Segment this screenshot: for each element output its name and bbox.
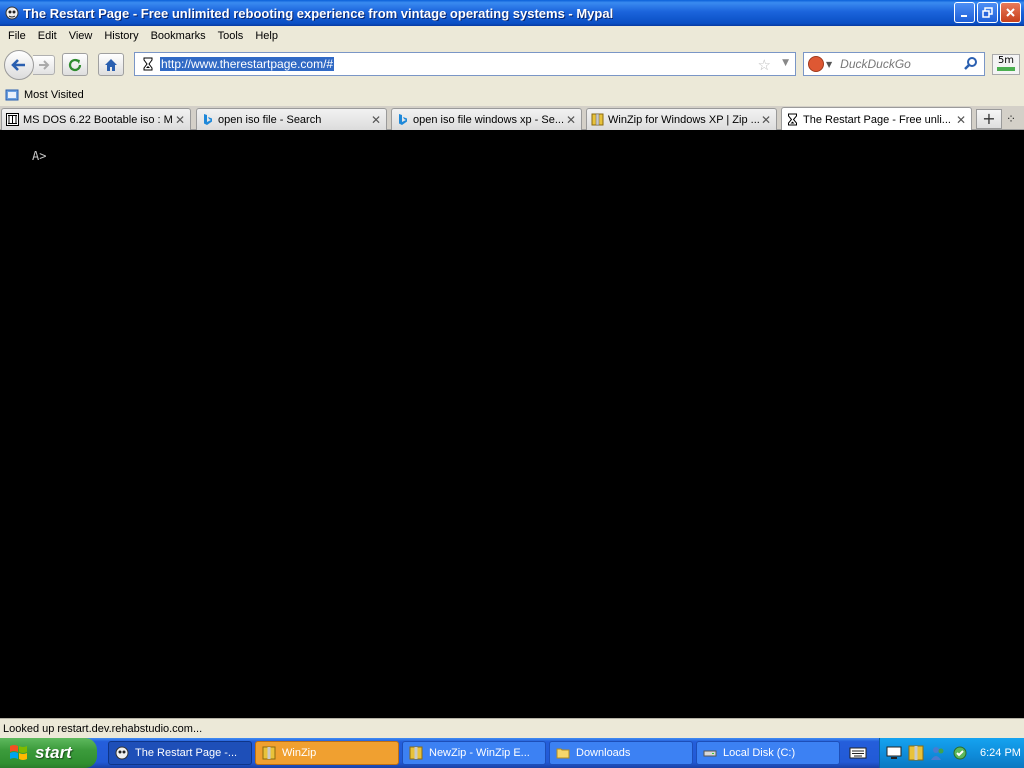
start-button[interactable]: start (0, 738, 97, 768)
close-icon (1006, 8, 1015, 17)
winzip-icon (262, 746, 276, 760)
list-all-tabs-icon[interactable]: ⁘ (1006, 112, 1016, 126)
network-icon[interactable] (952, 745, 968, 761)
archive-org-icon (6, 113, 19, 126)
monitor-icon[interactable] (886, 745, 902, 761)
minimize-icon (960, 14, 967, 17)
bookmarks-toolbar: Most Visited (0, 84, 1024, 106)
duckduckgo-icon[interactable] (808, 56, 824, 72)
tab-restart-page[interactable]: The Restart Page - Free unli... ✕ (781, 107, 972, 131)
minimize-button[interactable] (954, 2, 975, 23)
taskbar-item-label: WinZip (282, 747, 317, 759)
tab-label: open iso file - Search (218, 113, 322, 126)
bookmark-most-visited[interactable]: Most Visited (24, 89, 84, 101)
hourglass-icon (143, 57, 153, 71)
menu-bookmarks[interactable]: Bookmarks (145, 30, 212, 42)
window-title: The Restart Page - Free unlimited reboot… (23, 5, 614, 21)
tab-close-icon[interactable]: ✕ (564, 113, 578, 127)
tab-label: MS DOS 6.22 Bootable iso : M... (23, 113, 173, 126)
url-text[interactable]: http://www.therestartpage.com/# (160, 57, 335, 71)
addon-timer-bar (997, 67, 1015, 71)
navigation-toolbar: http://www.therestartpage.com/# ☆ ▼ ▼ Du… (0, 46, 1024, 84)
status-text: Looked up restart.dev.rehabstudio.com... (3, 722, 203, 735)
taskbar-item-restart-page[interactable]: The Restart Page -... (108, 741, 252, 765)
taskbar-item-label: Local Disk (C:) (723, 747, 796, 759)
clock[interactable]: 6:24 PM (980, 747, 1021, 759)
search-placeholder: DuckDuckGo (840, 57, 911, 71)
tab-close-icon[interactable]: ✕ (369, 113, 383, 127)
taskbar-item-winzip[interactable]: WinZip (255, 741, 399, 765)
folder-icon (556, 748, 570, 759)
menu-help[interactable]: Help (249, 30, 284, 42)
hourglass-icon (788, 113, 797, 126)
forward-button[interactable] (33, 55, 55, 75)
close-button[interactable] (1000, 2, 1021, 23)
menu-bar: File Edit View History Bookmarks Tools H… (0, 26, 1024, 46)
page-content[interactable]: A> (0, 130, 1024, 718)
menu-tools[interactable]: Tools (212, 30, 250, 42)
taskbar-item-newzip[interactable]: NewZip - WinZip E... (402, 741, 546, 765)
menu-file[interactable]: File (2, 30, 32, 42)
tab-label: The Restart Page - Free unli... (803, 113, 951, 126)
address-bar[interactable]: http://www.therestartpage.com/# ☆ ▼ (134, 52, 796, 76)
restore-icon (982, 7, 993, 18)
plus-icon: + (982, 109, 996, 128)
bookmarks-folder-icon (5, 89, 19, 101)
taskbar: start The Restart Page -... WinZip NewZi… (0, 738, 1024, 768)
window-controls (954, 2, 1021, 23)
language-bar-icon[interactable] (849, 745, 867, 761)
tab-open-iso-xp[interactable]: open iso file windows xp - Se... ✕ (391, 108, 582, 130)
mypal-icon (115, 746, 129, 760)
tab-close-icon[interactable]: ✕ (954, 113, 968, 127)
winzip-icon (409, 746, 423, 760)
reload-button[interactable] (62, 53, 88, 76)
reload-icon (68, 58, 82, 71)
addon-timer-button[interactable]: 5m (992, 54, 1020, 75)
tab-label: WinZip for Windows XP | Zip ... (608, 113, 759, 126)
start-label: start (35, 743, 72, 762)
winzip-icon (591, 113, 604, 126)
taskbar-item-label: The Restart Page -... (135, 747, 238, 759)
tab-winzip[interactable]: WinZip for Windows XP | Zip ... ✕ (586, 108, 777, 130)
taskbar-item-label: NewZip - WinZip E... (429, 747, 530, 759)
bing-icon (399, 114, 407, 125)
drive-icon (703, 750, 717, 757)
menu-history[interactable]: History (98, 30, 144, 42)
addon-timer-label: 5m (997, 55, 1015, 66)
home-icon (105, 58, 117, 71)
windows-logo-icon (10, 745, 27, 760)
title-bar: The Restart Page - Free unlimited reboot… (0, 0, 1024, 26)
forward-arrow-icon (38, 60, 49, 70)
dos-prompt: A> (32, 149, 47, 163)
back-arrow-icon (11, 59, 25, 71)
back-button[interactable] (4, 50, 34, 80)
tab-strip: MS DOS 6.22 Bootable iso : M... ✕ open i… (0, 106, 1024, 131)
status-bar: Looked up restart.dev.rehabstudio.com... (0, 718, 1024, 738)
url-dropdown-icon[interactable]: ▼ (782, 58, 789, 68)
taskbar-item-downloads[interactable]: Downloads (549, 741, 693, 765)
system-tray: 6:24 PM (879, 738, 1024, 768)
bing-icon (204, 114, 212, 125)
tab-open-iso-search[interactable]: open iso file - Search ✕ (196, 108, 387, 130)
maximize-button[interactable] (977, 2, 998, 23)
tab-label: open iso file windows xp - Se... (413, 113, 564, 126)
users-icon[interactable] (930, 745, 946, 761)
bookmark-star-icon[interactable]: ☆ (758, 56, 771, 74)
menu-edit[interactable]: Edit (32, 30, 63, 42)
search-bar[interactable]: ▼ DuckDuckGo (803, 52, 985, 76)
mypal-icon (5, 6, 19, 20)
new-tab-button[interactable]: + (976, 109, 1002, 129)
home-button[interactable] (98, 53, 124, 76)
taskbar-item-local-disk[interactable]: Local Disk (C:) (696, 741, 840, 765)
tab-close-icon[interactable]: ✕ (173, 113, 187, 127)
tab-ms-dos[interactable]: MS DOS 6.22 Bootable iso : M... ✕ (1, 108, 191, 130)
tab-close-icon[interactable]: ✕ (759, 113, 773, 127)
menu-view[interactable]: View (63, 30, 99, 42)
search-icon[interactable] (964, 56, 979, 71)
taskbar-item-label: Downloads (576, 747, 631, 759)
search-engine-dropdown-icon[interactable]: ▼ (826, 60, 832, 69)
winzip-tray-icon[interactable] (908, 745, 924, 761)
